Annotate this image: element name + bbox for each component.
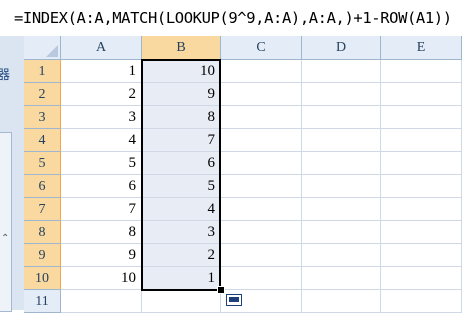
cell-e7[interactable] [381, 198, 462, 221]
cell-c9[interactable] [221, 244, 302, 267]
cell-b1[interactable]: 10 [142, 60, 221, 83]
left-panel-caret-icon[interactable]: ⌃ [1, 233, 9, 244]
cell-e4[interactable] [381, 129, 462, 152]
cell-c2[interactable] [221, 83, 302, 106]
cell-b5[interactable]: 6 [142, 152, 221, 175]
cell-b8[interactable]: 3 [142, 221, 221, 244]
cell-a10[interactable]: 10 [61, 267, 142, 290]
cell-c10[interactable] [221, 267, 302, 290]
cell-d7[interactable] [302, 198, 381, 221]
cell-e8[interactable] [381, 221, 462, 244]
cell-d6[interactable] [302, 175, 381, 198]
cell-a5[interactable]: 5 [61, 152, 142, 175]
row-header-2[interactable]: 2 [24, 83, 61, 106]
cell-c3[interactable] [221, 106, 302, 129]
cell-e5[interactable] [381, 152, 462, 175]
cell-c4[interactable] [221, 129, 302, 152]
cell-b3[interactable]: 8 [142, 106, 221, 129]
left-panel-frame: ⌃ [0, 132, 12, 312]
cell-a1[interactable]: 1 [61, 60, 142, 83]
paste-options-icon[interactable] [226, 294, 242, 306]
column-header-e[interactable]: E [381, 36, 462, 60]
row-header-6[interactable]: 6 [24, 175, 61, 198]
cell-e10[interactable] [381, 267, 462, 290]
cell-a3[interactable]: 3 [61, 106, 142, 129]
cell-d3[interactable] [302, 106, 381, 129]
column-header-a[interactable]: A [61, 36, 142, 60]
cell-d1[interactable] [302, 60, 381, 83]
cell-d10[interactable] [302, 267, 381, 290]
cell-c5[interactable] [221, 152, 302, 175]
formula-bar[interactable]: =INDEX(A:A,MATCH(LOOKUP(9^9,A:A),A:A,)+1… [0, 0, 470, 36]
column-header-c[interactable]: C [221, 36, 302, 60]
select-all-corner[interactable] [24, 36, 61, 60]
row-header-7[interactable]: 7 [24, 198, 61, 221]
cell-a8[interactable]: 8 [61, 221, 142, 244]
fill-handle[interactable] [217, 286, 225, 294]
row-header-9[interactable]: 9 [24, 244, 61, 267]
cell-e9[interactable] [381, 244, 462, 267]
row-header-3[interactable]: 3 [24, 106, 61, 129]
cell-c7[interactable] [221, 198, 302, 221]
cell-d4[interactable] [302, 129, 381, 152]
cell-b7[interactable]: 4 [142, 198, 221, 221]
cell-a9[interactable]: 9 [61, 244, 142, 267]
paste-options-glyph [229, 297, 239, 302]
column-header-d[interactable]: D [302, 36, 381, 60]
cell-d5[interactable] [302, 152, 381, 175]
formula-text[interactable]: =INDEX(A:A,MATCH(LOOKUP(9^9,A:A),A:A,)+1… [14, 9, 452, 27]
select-all-triangle-icon [46, 45, 58, 57]
left-side-panel: 器 ⌃ [0, 36, 24, 312]
cell-a6[interactable]: 6 [61, 175, 142, 198]
cell-d9[interactable] [302, 244, 381, 267]
cell-d8[interactable] [302, 221, 381, 244]
cell-e2[interactable] [381, 83, 462, 106]
column-header-b[interactable]: B [142, 36, 221, 60]
row-header-10[interactable]: 10 [24, 267, 61, 290]
cell-b6[interactable]: 5 [142, 175, 221, 198]
row-header-5[interactable]: 5 [24, 152, 61, 175]
left-panel-glyph: 器 [0, 68, 11, 83]
row-header-1[interactable]: 1 [24, 60, 61, 83]
cell-e6[interactable] [381, 175, 462, 198]
cell-b2[interactable]: 9 [142, 83, 221, 106]
cell-a7[interactable]: 7 [61, 198, 142, 221]
cell-c1[interactable] [221, 60, 302, 83]
cell-c8[interactable] [221, 221, 302, 244]
cell-e3[interactable] [381, 106, 462, 129]
cell-b4[interactable]: 7 [142, 129, 221, 152]
cell-d2[interactable] [302, 83, 381, 106]
row-header-8[interactable]: 8 [24, 221, 61, 244]
cell-e1[interactable] [381, 60, 462, 83]
cell-b9[interactable]: 2 [142, 244, 221, 267]
cell-a2[interactable]: 2 [61, 83, 142, 106]
row-header-4[interactable]: 4 [24, 129, 61, 152]
cell-b10[interactable]: 1 [142, 267, 221, 290]
cell-a4[interactable]: 4 [61, 129, 142, 152]
cell-c6[interactable] [221, 175, 302, 198]
